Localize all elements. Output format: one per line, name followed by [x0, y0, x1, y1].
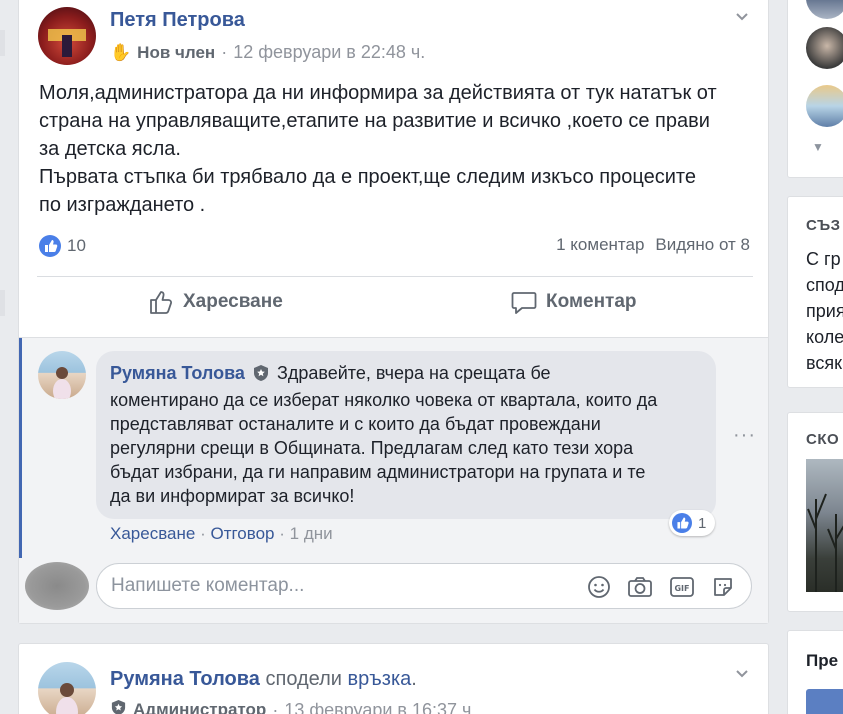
admin-shield-icon — [110, 699, 127, 714]
thumbs-up-icon — [150, 291, 173, 314]
link-word[interactable]: връзка — [348, 668, 412, 690]
right-card-about: СЪЗ С гр спод прия коле всяк — [787, 196, 843, 388]
post-text-line: страна на управляващите,етапите на разви… — [39, 110, 710, 132]
member-badge: Нов член — [137, 42, 216, 62]
post-author-name[interactable]: Петя Петрова — [110, 9, 245, 32]
member-avatar[interactable] — [806, 85, 843, 127]
about-heading: СЪЗ — [806, 217, 841, 234]
about-text-line: коле — [806, 327, 843, 347]
meta-separator: · — [221, 42, 228, 62]
emoji-icon[interactable] — [587, 575, 611, 599]
post-headline: Румяна Толова сподели връзка. — [110, 668, 417, 691]
avatar-image-icon — [48, 29, 86, 57]
comment-bubble: Румяна Толова Здравейте, вчера на срещат… — [96, 351, 716, 519]
comment-reactions[interactable]: 1 — [669, 510, 715, 536]
left-edge-tab — [0, 290, 5, 316]
comment-like-link[interactable]: Харесване — [110, 524, 195, 543]
admin-highlight-bar — [19, 338, 22, 558]
comment-button[interactable]: Коментар — [510, 287, 637, 317]
comments-section: Румяна Толова Здравейте, вчера на срещат… — [19, 337, 768, 623]
comment-text-line: Здравейте, вчера на срещата бе — [276, 363, 551, 383]
person-photo-icon — [53, 367, 71, 399]
post-body: Моля,администратора да ни информира за д… — [39, 79, 759, 219]
post-text-line: Моля,администратора да ни информира за д… — [39, 82, 717, 104]
gif-icon[interactable]: GIF — [669, 575, 694, 599]
more-options-icon[interactable]: ··· — [733, 424, 756, 447]
reaction-summary[interactable]: 10 — [39, 235, 86, 257]
like-count: 10 — [67, 236, 86, 255]
right-card-recent: СКО — [787, 412, 843, 612]
post-text-line: Първата стъпка би трябвало да е проект,щ… — [39, 166, 696, 188]
author-avatar[interactable] — [38, 662, 96, 714]
suggested-heading: Пре — [806, 651, 839, 670]
expand-triangle-icon[interactable]: ▼ — [812, 140, 824, 154]
comment-reply-link[interactable]: Отговор — [210, 524, 274, 543]
like-reaction-icon — [39, 235, 61, 257]
commenter-name[interactable]: Румяна Толова — [110, 363, 245, 383]
sticker-icon[interactable] — [711, 575, 735, 599]
comment-actions: Харесване · Отговор · 1 дни — [110, 524, 333, 544]
post-timestamp[interactable]: 13 февруари в 16:37 ч. — [284, 700, 476, 714]
shared-text: сподели — [265, 668, 342, 690]
right-card-members: ▼ — [787, 0, 843, 178]
admin-badge: Администратор — [133, 700, 267, 714]
member-avatar[interactable] — [806, 27, 843, 69]
comment-text-line: да ви информират за всичко! — [110, 486, 355, 506]
period: . — [411, 668, 417, 690]
post-card: Румяна Толова сподели връзка. Администра… — [18, 643, 769, 714]
separator: · — [279, 524, 290, 543]
recent-heading: СКО — [806, 431, 840, 448]
comment-input[interactable] — [111, 574, 561, 598]
seen-by[interactable]: Видяно от 8 — [655, 235, 750, 255]
divider — [37, 276, 753, 277]
post-text-line: по изграждането . — [39, 194, 206, 216]
comment-button-label: Коментар — [546, 291, 637, 312]
comment-text-line: бъдат избрани, да ги направим администра… — [110, 462, 646, 482]
like-reaction-icon — [672, 513, 692, 533]
suggested-thumbnail[interactable] — [806, 689, 843, 714]
comment-bubble-icon — [511, 292, 537, 314]
meta-separator: · — [272, 699, 279, 714]
right-card-suggested: Пре — [787, 630, 843, 714]
member-avatar[interactable] — [806, 0, 843, 19]
separator: · — [200, 524, 211, 543]
trees-photo-icon — [807, 493, 843, 592]
comment-count[interactable]: 1 коментар — [556, 235, 644, 255]
comment-text-line: регулярни срещи в Общината. Предлагам сл… — [110, 438, 634, 458]
admin-shield-icon — [252, 364, 270, 388]
comment-reaction-count: 1 — [698, 514, 707, 532]
post-timestamp[interactable]: 12 февруари в 22:48 ч. — [233, 42, 425, 63]
like-button-label: Харесване — [183, 291, 283, 312]
comment-text-line: представляват останалите и с които да бъ… — [110, 414, 601, 434]
post-author-name[interactable]: Румяна Толова — [110, 668, 260, 690]
post-stats: 1 коментар Видяно от 8 — [556, 235, 750, 255]
comment-text-line: коментирано да се изберат няколко човека… — [110, 390, 658, 410]
left-edge-tab — [0, 30, 5, 56]
wave-hand-icon: ✋ — [110, 42, 132, 62]
author-avatar[interactable] — [38, 7, 96, 65]
post-text-line: за детска ясла. — [39, 138, 181, 160]
recent-photo[interactable] — [806, 459, 843, 592]
chevron-down-icon[interactable] — [734, 9, 750, 25]
person-photo-icon — [56, 683, 78, 714]
like-button[interactable]: Харесване — [147, 287, 283, 317]
about-text-line: прия — [806, 301, 843, 321]
comment-age[interactable]: 1 дни — [290, 524, 333, 543]
camera-icon[interactable] — [627, 575, 652, 599]
comment-first-line: Румяна Толова Здравейте, вчера на срещат… — [110, 361, 702, 388]
my-avatar — [25, 562, 89, 610]
about-text-line: С гр — [806, 249, 841, 269]
chevron-down-icon[interactable] — [734, 666, 750, 682]
about-text-line: спод — [806, 275, 843, 295]
about-text-line: всяк — [806, 353, 842, 373]
svg-text:GIF: GIF — [674, 584, 689, 593]
commenter-avatar[interactable] — [38, 351, 86, 399]
post-card: Петя Петрова ✋ Нов член · 12 февруари в … — [18, 0, 769, 624]
post-meta: Администратор · 13 февруари в 16:37 ч. — [110, 699, 476, 714]
comment-composer[interactable]: GIF — [96, 563, 752, 609]
post-meta: ✋ Нов член · 12 февруари в 22:48 ч. — [110, 42, 425, 63]
